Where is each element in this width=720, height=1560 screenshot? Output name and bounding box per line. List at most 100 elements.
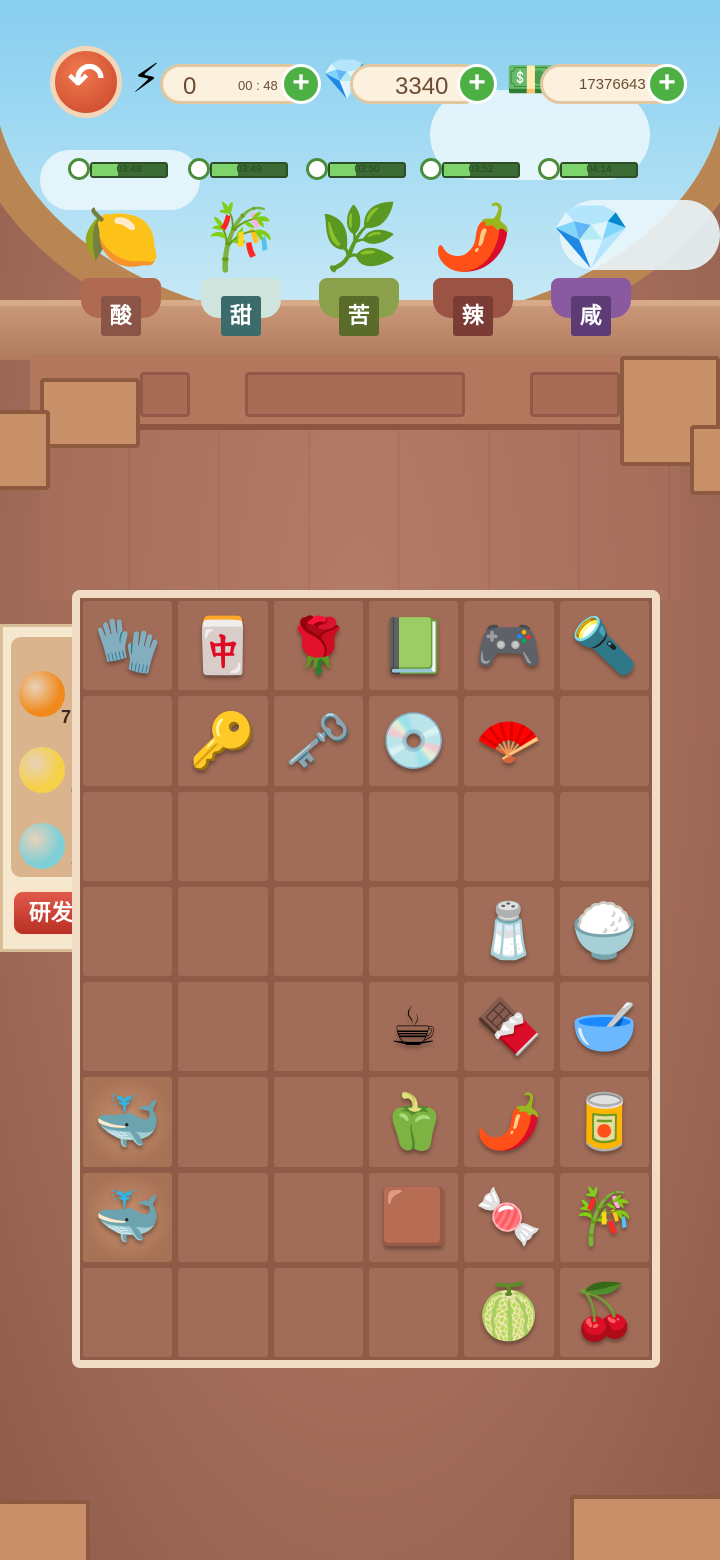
board-cell[interactable]: 🪭 [464, 696, 554, 786]
board-cell[interactable] [83, 982, 173, 1072]
board-cell[interactable] [178, 886, 268, 976]
crate [40, 378, 140, 448]
board-cell[interactable] [559, 696, 649, 786]
add-cash-button[interactable]: + [647, 64, 687, 104]
pink-salt-bowl-icon[interactable]: 🧂 [475, 904, 542, 958]
coffee-beans-icon[interactable]: ☕ [389, 1000, 437, 1054]
merge-board: 🧤 🀄 🌹 📗 🎮 🔦 🔑 🗝️ 💿 🪭 🧂 🍚 ☕ 🍫 🥣 🐳 🫑 🌶️ 🥫 🐳 🟫 🍬 🎋 🍈 🍒 [72, 590, 660, 1368]
gems-bar: 3340 + [350, 64, 497, 104]
board-cell[interactable] [83, 1267, 173, 1357]
board-cell[interactable] [178, 1172, 268, 1262]
board-cell[interactable]: 📗 [369, 601, 459, 691]
resource-item[interactable]: 71 [13, 667, 81, 727]
lighter-icon[interactable]: 🔦 [571, 619, 638, 673]
board-cell[interactable] [178, 1077, 268, 1167]
board-cell[interactable]: 🔑 [178, 696, 268, 786]
lime-icon[interactable]: 🍈 [475, 1285, 542, 1339]
green-pepper-icon[interactable]: 🫑 [380, 1095, 447, 1149]
plant-3[interactable]: 🌶️ 辣 [418, 190, 528, 340]
board-cell[interactable]: 🎮 [464, 601, 554, 691]
add-gems-button[interactable]: + [457, 64, 497, 104]
key-icon[interactable]: 🗝️ [285, 714, 352, 768]
rose-icon[interactable]: 🌹 [285, 619, 352, 673]
plant-label: 辣 [453, 296, 493, 336]
board-cell[interactable]: 🍬 [464, 1172, 554, 1262]
board-cell[interactable]: 🀄 [178, 601, 268, 691]
bitter-gourd-plant-icon: 🌿 [319, 201, 399, 273]
car-key-icon[interactable]: 🔑 [189, 714, 256, 768]
crate [570, 1495, 720, 1560]
board-cell[interactable]: 🥣 [559, 982, 649, 1072]
glove-icon[interactable]: 🧤 [94, 619, 161, 673]
red-chili-bowl-icon[interactable]: 🌶️ [475, 1095, 542, 1149]
board-cell[interactable] [369, 791, 459, 881]
sugarcane-plant-icon: 🎋 [201, 201, 281, 273]
plant-1[interactable]: 🎋 甜 [186, 190, 296, 340]
board-cell[interactable]: 🐳 [83, 1172, 173, 1262]
hawthorn-berries-icon[interactable]: 🍒 [571, 1285, 638, 1339]
spice-bowl-icon[interactable]: 🥣 [571, 1000, 638, 1054]
energy-value: 0 [183, 73, 197, 100]
board-cell[interactable]: 🫑 [369, 1077, 459, 1167]
resource-item[interactable]: 7 [13, 819, 81, 879]
board-cell[interactable]: 🥫 [559, 1077, 649, 1167]
plant-4[interactable]: 💎 咸 [536, 190, 646, 340]
whale-toy-icon[interactable]: 🐳 [94, 1190, 161, 1244]
plant-2[interactable]: 🌿 苦 [304, 190, 414, 340]
board-cell[interactable] [83, 791, 173, 881]
board-cell[interactable] [369, 1267, 459, 1357]
board-cell[interactable]: 🐳 [83, 1077, 173, 1167]
board-cell[interactable] [83, 696, 173, 786]
board-cell[interactable] [83, 886, 173, 976]
timer-text: 03:52 [468, 164, 494, 175]
board-cell[interactable] [273, 1267, 363, 1357]
board-cell[interactable]: 🧤 [83, 601, 173, 691]
brown-sugar-icon[interactable]: 🟫 [380, 1190, 447, 1244]
notebook-icon[interactable]: 📗 [380, 619, 447, 673]
cd-player-icon[interactable]: 💿 [380, 714, 447, 768]
sugarcane-icon[interactable]: 🎋 [571, 1190, 638, 1244]
board-cell[interactable]: 🍒 [559, 1267, 649, 1357]
clock-icon [68, 158, 90, 180]
board-cell[interactable] [178, 791, 268, 881]
board-cell[interactable]: 🍈 [464, 1267, 554, 1357]
board-cell[interactable]: 🍫 [464, 982, 554, 1072]
timer-text: 03:48 [116, 164, 142, 175]
board-cell[interactable] [178, 1267, 268, 1357]
lightning-icon: ⚡ [132, 57, 161, 101]
chocolate-icon[interactable]: 🍫 [475, 1000, 542, 1054]
board-cell[interactable]: 🟫 [369, 1172, 459, 1262]
gems-value: 3340 [395, 73, 449, 100]
back-button[interactable]: ↶ [50, 46, 122, 118]
board-cell[interactable] [178, 982, 268, 1072]
board-cell[interactable]: 🎋 [559, 1172, 649, 1262]
board-cell[interactable]: 🗝️ [273, 696, 363, 786]
mahjong-tile-icon[interactable]: 🀄 [189, 619, 256, 673]
timer-text: 03:50 [354, 164, 380, 175]
chili-powder-bowl-icon[interactable]: 🥫 [571, 1095, 638, 1149]
board-cell[interactable] [273, 982, 363, 1072]
board-cell[interactable] [273, 791, 363, 881]
board-cell[interactable]: 🌹 [273, 601, 363, 691]
board-cell[interactable]: ☕ [369, 982, 459, 1072]
add-energy-button[interactable]: + [281, 64, 321, 104]
board-cell[interactable]: 💿 [369, 696, 459, 786]
resource-item[interactable]: 9 [13, 743, 81, 803]
board-cell[interactable] [273, 886, 363, 976]
whale-toy-icon[interactable]: 🐳 [94, 1095, 161, 1149]
board-cell[interactable]: 🧂 [464, 886, 554, 976]
board-cell[interactable]: 🌶️ [464, 1077, 554, 1167]
board-cell[interactable] [559, 791, 649, 881]
board-cell[interactable] [464, 791, 554, 881]
salt-bowl-icon[interactable]: 🍚 [571, 904, 638, 958]
folding-fan-icon[interactable]: 🪭 [475, 714, 542, 768]
board-cell[interactable] [369, 886, 459, 976]
candy-icon[interactable]: 🍬 [475, 1190, 542, 1244]
board-cell[interactable] [273, 1172, 363, 1262]
board-cell[interactable] [273, 1077, 363, 1167]
plant-0[interactable]: 🍋 酸 [66, 190, 176, 340]
plant-timer: 03:48 [68, 158, 168, 180]
board-cell[interactable]: 🍚 [559, 886, 649, 976]
board-cell[interactable]: 🔦 [559, 601, 649, 691]
game-console-icon[interactable]: 🎮 [475, 619, 542, 673]
